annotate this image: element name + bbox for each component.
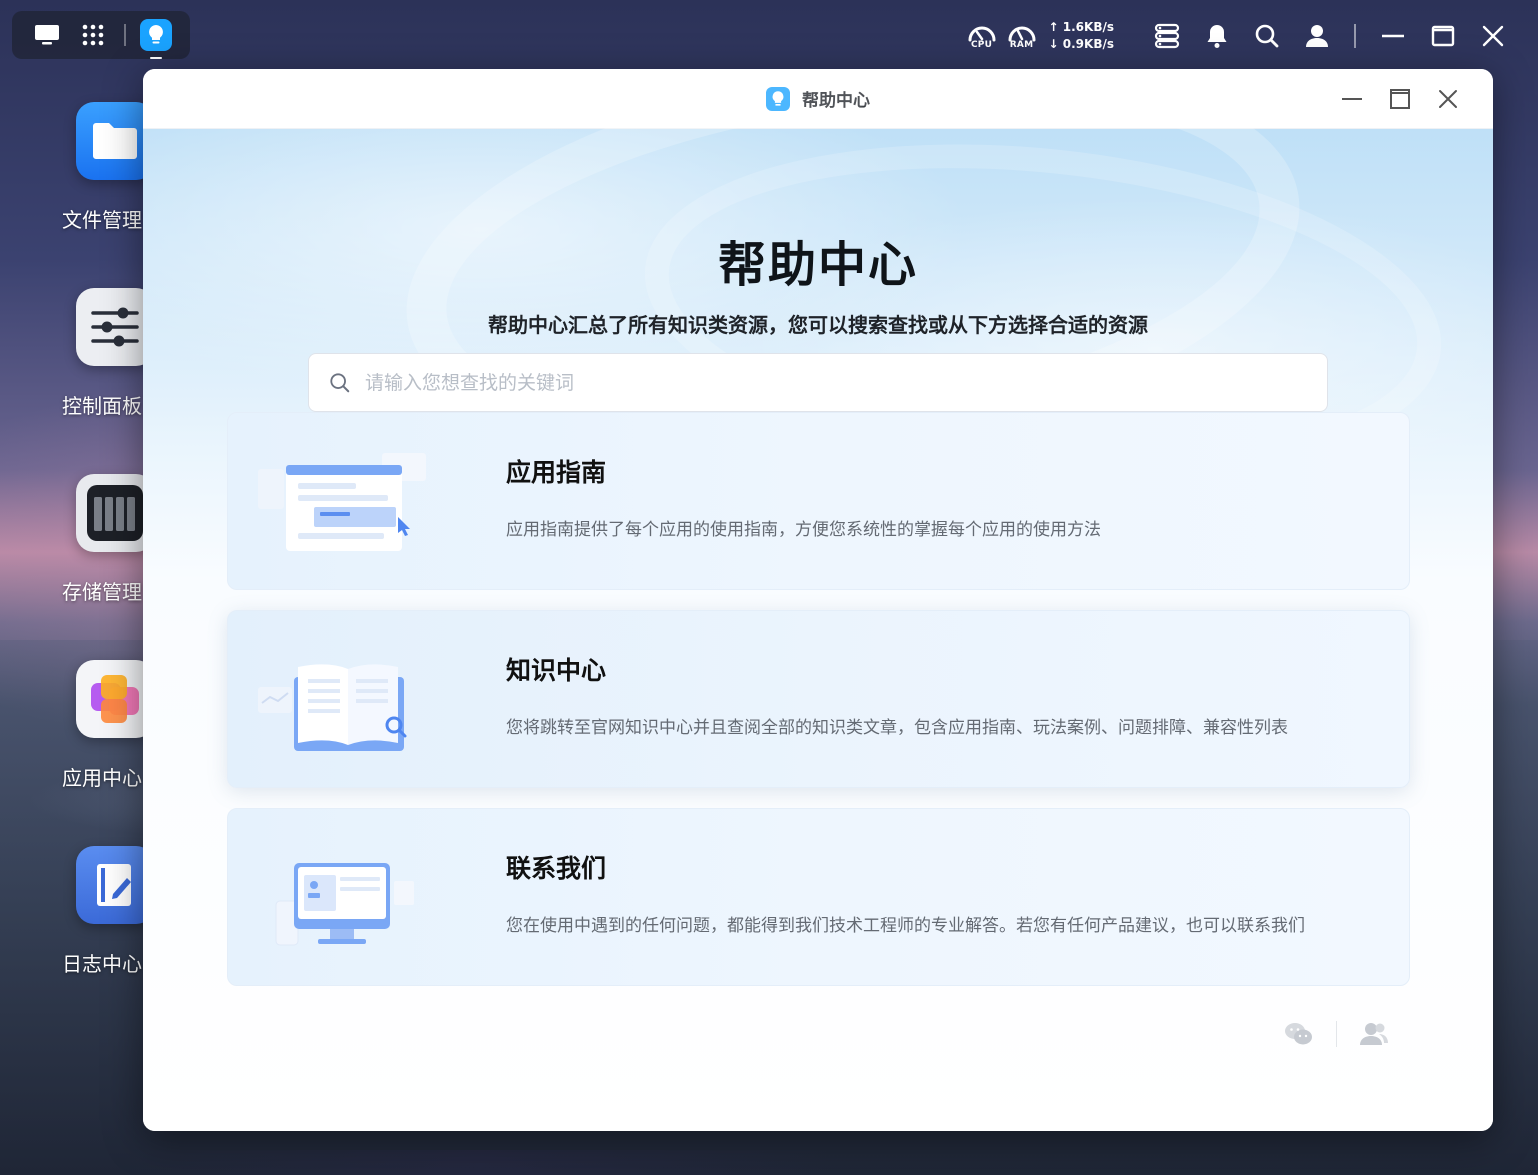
maximize-icon bbox=[1431, 25, 1455, 47]
taskbar-divider bbox=[124, 24, 126, 46]
minimize-icon bbox=[1382, 34, 1404, 38]
footer-social-links bbox=[1284, 1019, 1389, 1049]
cpu-gauge[interactable]: CPU bbox=[965, 23, 999, 50]
user-icon bbox=[1306, 25, 1328, 47]
notifications-button[interactable] bbox=[1202, 21, 1232, 51]
search-box[interactable] bbox=[308, 353, 1328, 412]
desktop-icon bbox=[35, 25, 59, 45]
search-icon bbox=[1255, 24, 1279, 48]
close-icon bbox=[1482, 25, 1504, 47]
desktop-icon-label: 控制面板 bbox=[62, 394, 142, 418]
sysbar-divider bbox=[1354, 24, 1356, 48]
help-center-window: 帮助中心 帮助中心 帮助中心汇总了所有知识类资源，您可以搜索查找或从下方选择合适… bbox=[143, 69, 1493, 1131]
card-title: 应用指南 bbox=[506, 458, 607, 487]
ram-gauge[interactable]: RAM bbox=[1005, 23, 1039, 50]
wechat-icon bbox=[1285, 1023, 1312, 1045]
upload-speed: ↑ 1.6KB/s bbox=[1048, 20, 1114, 34]
help-center-content: 帮助中心 帮助中心汇总了所有知识类资源，您可以搜索查找或从下方选择合适的资源 请… bbox=[143, 69, 1493, 1131]
search-input[interactable] bbox=[365, 371, 1327, 394]
desktop-icon-label: 文件管理 bbox=[62, 208, 142, 232]
system-status-bar: CPU RAM ↑ 1.6KB/s ↓ 0.9KB/s bbox=[965, 14, 1518, 58]
server-icon bbox=[1154, 23, 1180, 49]
card-contact-us[interactable]: 联系我们 您在使用中遇到的任何问题，都能得到我们技术工程师的专业解答。若您有任何… bbox=[227, 808, 1410, 986]
card-title: 知识中心 bbox=[506, 656, 607, 685]
network-speed[interactable]: ↑ 1.6KB/s ↓ 0.9KB/s bbox=[1049, 19, 1114, 53]
user-menu-button[interactable] bbox=[1302, 21, 1332, 51]
card-description: 应用指南提供了每个应用的使用指南，方便您系统性的掌握每个应用的使用方法 bbox=[506, 520, 1101, 540]
desktop-icon-label: 存储管理 bbox=[62, 580, 142, 604]
card-title: 联系我们 bbox=[506, 854, 607, 883]
global-search-button[interactable] bbox=[1252, 21, 1282, 51]
download-speed: ↓ 0.9KB/s bbox=[1048, 37, 1114, 51]
search-icon bbox=[330, 372, 350, 392]
desktop-wallpaper-strip bbox=[130, 1150, 830, 1175]
maximize-all-button[interactable] bbox=[1428, 21, 1458, 51]
window-controls bbox=[1337, 84, 1463, 114]
show-desktop-button[interactable] bbox=[32, 20, 62, 50]
close-all-button[interactable] bbox=[1478, 21, 1508, 51]
monitor-illustration-icon bbox=[275, 863, 414, 946]
ram-label: RAM bbox=[1009, 39, 1034, 50]
card-app-guide[interactable]: 应用指南 应用指南提供了每个应用的使用指南，方便您系统性的掌握每个应用的使用方法 bbox=[227, 412, 1410, 590]
minimize-icon bbox=[1342, 98, 1362, 100]
footer-divider bbox=[1336, 1021, 1337, 1047]
maximize-icon bbox=[1390, 89, 1410, 109]
taskbar-help-center[interactable] bbox=[140, 19, 172, 59]
minimize-all-button[interactable] bbox=[1378, 21, 1408, 51]
window-minimize-button[interactable] bbox=[1337, 84, 1367, 114]
app-guide-illustration-icon bbox=[258, 453, 426, 551]
app-launcher-button[interactable] bbox=[78, 20, 108, 50]
cpu-label: CPU bbox=[970, 39, 993, 50]
close-icon bbox=[1439, 90, 1457, 108]
desktop-icon-label: 日志中心 bbox=[62, 952, 142, 976]
users-icon bbox=[1360, 1023, 1388, 1045]
card-description: 您将跳转至官网知识中心并且查阅全部的知识类文章，包含应用指南、玩法案例、问题排障… bbox=[506, 718, 1288, 738]
page-subtitle: 帮助中心汇总了所有知识类资源，您可以搜索查找或从下方选择合适的资源 bbox=[488, 313, 1148, 337]
book-illustration-icon bbox=[258, 664, 407, 751]
card-knowledge-center[interactable]: 知识中心 您将跳转至官网知识中心并且查阅全部的知识类文章，包含应用指南、玩法案例… bbox=[227, 610, 1410, 788]
page-title: 帮助中心 bbox=[717, 237, 918, 293]
taskbar bbox=[12, 11, 190, 59]
card-description: 您在使用中遇到的任何问题，都能得到我们技术工程师的专业解答。若您有任何产品建议，… bbox=[506, 916, 1305, 936]
task-manager-button[interactable] bbox=[1152, 21, 1182, 51]
window-close-button[interactable] bbox=[1433, 84, 1463, 114]
grid-icon bbox=[82, 24, 104, 46]
wechat-button[interactable] bbox=[1284, 1019, 1314, 1049]
desktop-icon-label: 应用中心 bbox=[62, 766, 142, 790]
lightbulb-icon bbox=[149, 25, 163, 44]
window-maximize-button[interactable] bbox=[1385, 84, 1415, 114]
bell-icon bbox=[1207, 25, 1227, 48]
community-button[interactable] bbox=[1359, 1019, 1389, 1049]
